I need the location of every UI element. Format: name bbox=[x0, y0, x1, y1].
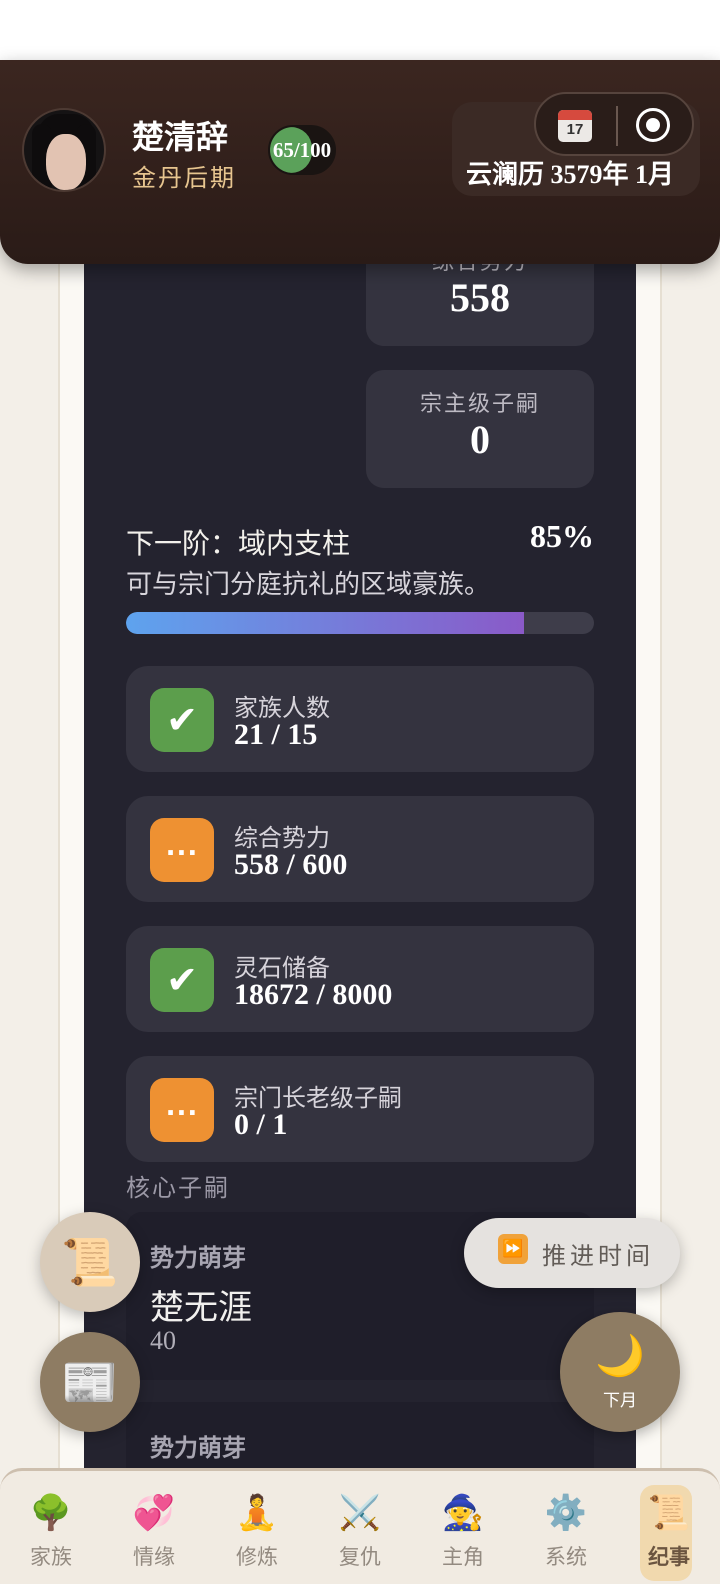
sect-master-heirs-value: 0 bbox=[470, 417, 490, 462]
nav-item-system[interactable]: ⚙️ 系统 bbox=[515, 1471, 617, 1584]
next-month-label: 下月 bbox=[603, 1391, 637, 1410]
pending-icon: ... bbox=[150, 1078, 214, 1142]
scroll-icon: 📜 bbox=[647, 1493, 691, 1533]
next-tier-progress-bar bbox=[126, 612, 594, 634]
health-pill: 65/100 bbox=[268, 125, 336, 175]
nav-item-protagonist[interactable]: 🧙 主角 bbox=[412, 1471, 514, 1584]
nav-item-revenge[interactable]: ⚔️ 复仇 bbox=[309, 1471, 411, 1584]
sect-master-heirs-card: 宗主级子嗣 0 bbox=[366, 370, 594, 488]
calendar-day: 17 bbox=[566, 121, 584, 138]
requirement-value: 558 / 600 bbox=[234, 848, 348, 881]
requirement-card: ✔ 灵石储备 18672 / 8000 bbox=[126, 926, 594, 1032]
character-name: 楚清辞 bbox=[132, 119, 229, 155]
news-button[interactable]: 📰 bbox=[40, 1332, 140, 1432]
next-tier-description: 可与宗门分庭抗礼的区域豪族。 bbox=[126, 570, 491, 599]
nav-item-chronicle[interactable]: 📜 纪事 bbox=[618, 1471, 720, 1584]
next-month-button[interactable]: 🌙 下月 bbox=[560, 1312, 680, 1432]
advance-time-button[interactable]: ⏩ 推进时间 bbox=[464, 1218, 680, 1288]
requirement-value: 21 / 15 bbox=[234, 718, 318, 751]
avatar[interactable] bbox=[22, 108, 106, 192]
check-icon: ✔ bbox=[150, 688, 214, 752]
nav-label: 主角 bbox=[442, 1546, 484, 1569]
nav-label: 情缘 bbox=[133, 1546, 175, 1569]
nav-label: 系统 bbox=[545, 1546, 587, 1569]
nav-label: 复仇 bbox=[339, 1546, 381, 1569]
heir-name: 楚无涯 bbox=[150, 1290, 252, 1327]
core-heirs-section-label: 核心子嗣 bbox=[126, 1176, 230, 1202]
gear-icon: ⚙️ bbox=[544, 1493, 588, 1533]
next-tier-progress-fill bbox=[126, 612, 524, 634]
close-record-icon[interactable] bbox=[636, 108, 670, 142]
nav-item-romance[interactable]: 💞 情缘 bbox=[103, 1471, 205, 1584]
requirement-value: 18672 / 8000 bbox=[234, 978, 393, 1011]
moon-icon: 🌙 bbox=[595, 1333, 645, 1379]
status-bar-area bbox=[0, 0, 720, 60]
calendar-icon[interactable]: 17 bbox=[558, 110, 592, 142]
next-tier-title: 下一阶：域内支柱 bbox=[126, 529, 351, 560]
top-header: 楚清辞 金丹后期 65/100 云澜历 3579年 1月 bbox=[0, 60, 720, 264]
heir-value: 40 bbox=[150, 1326, 176, 1355]
power-stat-value: 558 bbox=[450, 275, 510, 320]
cultivation-realm: 金丹后期 bbox=[132, 166, 236, 192]
hearts-icon: 💞 bbox=[132, 1493, 176, 1533]
calendar-date: 云澜历 3579年 1月 bbox=[466, 160, 675, 189]
check-icon: ✔ bbox=[150, 948, 214, 1012]
pending-icon: ... bbox=[150, 818, 214, 882]
requirement-value: 0 / 1 bbox=[234, 1108, 288, 1141]
requirement-card: ... 宗门长老级子嗣 0 / 1 bbox=[126, 1056, 594, 1162]
nav-label: 家族 bbox=[30, 1546, 72, 1569]
health-text: 65/100 bbox=[272, 138, 332, 162]
mage-icon: 🧙 bbox=[441, 1493, 485, 1533]
mini-program-capsule: 17 bbox=[534, 92, 694, 156]
requirement-card: ... 综合势力 558 / 600 bbox=[126, 796, 594, 902]
fast-forward-icon: ⏩ bbox=[498, 1234, 528, 1264]
tree-icon: 🌳 bbox=[29, 1493, 73, 1533]
nav-label: 修炼 bbox=[236, 1546, 278, 1569]
heir-tag: 势力萌芽 bbox=[150, 1436, 246, 1462]
next-tier-percent: 85% bbox=[530, 518, 594, 554]
swords-icon: ⚔️ bbox=[338, 1493, 382, 1533]
nav-item-cultivate[interactable]: 🧘 修炼 bbox=[206, 1471, 308, 1584]
nav-label: 纪事 bbox=[648, 1546, 690, 1569]
nav-item-family[interactable]: 🌳 家族 bbox=[0, 1471, 102, 1584]
advance-time-label: 推进时间 bbox=[542, 1243, 654, 1270]
bottom-nav: 🌳 家族 💞 情缘 🧘 修炼 ⚔️ 复仇 🧙 主角 ⚙️ 系统 📜 纪事 bbox=[0, 1468, 720, 1584]
heir-tag: 势力萌芽 bbox=[150, 1246, 246, 1272]
chronicle-scroll-button[interactable]: 📜 bbox=[40, 1212, 140, 1312]
meditation-icon: 🧘 bbox=[235, 1493, 279, 1533]
sect-master-heirs-label: 宗主级子嗣 bbox=[419, 391, 540, 416]
requirement-card: ✔ 家族人数 21 / 15 bbox=[126, 666, 594, 772]
